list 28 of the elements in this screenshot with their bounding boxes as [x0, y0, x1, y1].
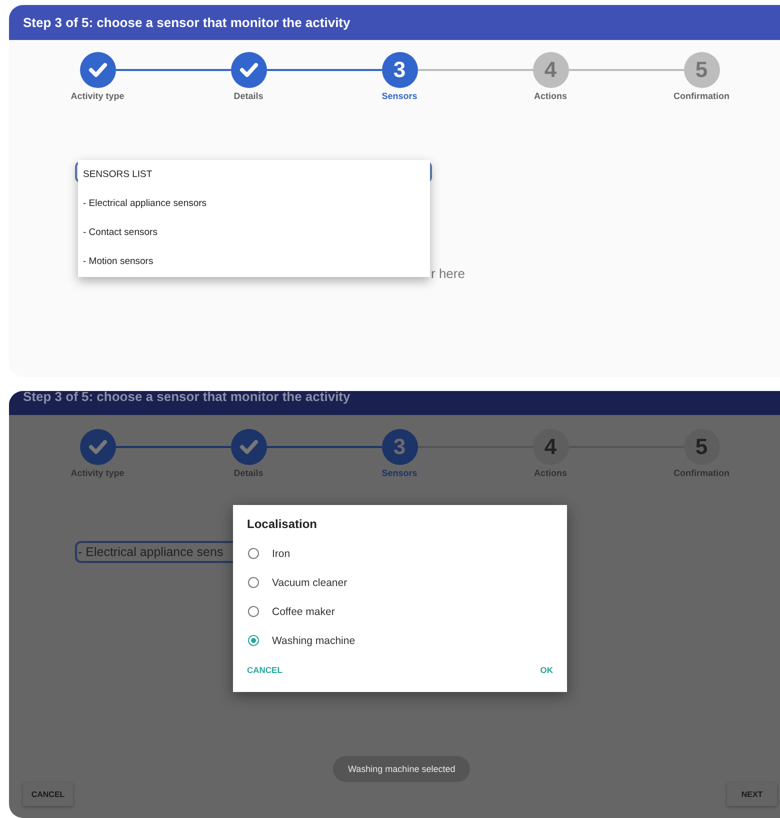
- step-number: 3: [382, 429, 418, 465]
- step-number: 3: [382, 52, 418, 88]
- step-number: 4: [532, 52, 568, 88]
- step-number: 4: [532, 429, 568, 465]
- check-icon: [88, 439, 108, 455]
- radio-option[interactable]: Vacuum cleaner: [247, 568, 354, 597]
- step-label: Actions: [534, 91, 567, 102]
- step-label: Sensors: [382, 468, 418, 479]
- step-number: 5: [684, 429, 720, 465]
- check-icon: [88, 62, 108, 78]
- window-title: Step 3 of 5: choose a sensor that monitor the activity: [23, 391, 350, 404]
- radio-option[interactable]: Coffee maker: [247, 597, 341, 626]
- toast-message: Washing machine selected: [333, 756, 470, 782]
- menu-item[interactable]: - Contact sensors: [83, 227, 158, 238]
- dialog-title: Localisation: [247, 517, 318, 531]
- menu-item[interactable]: - Motion sensors: [83, 256, 154, 267]
- check-icon: [238, 62, 258, 78]
- step-label: Activity type: [70, 91, 124, 102]
- step-number: 5: [684, 52, 720, 88]
- step-label: Details: [234, 91, 264, 102]
- menu-heading: SENSORS LIST: [83, 169, 152, 180]
- step-label: Sensors: [382, 91, 418, 102]
- step-label: Confirmation: [674, 91, 730, 102]
- window-title: Step 3 of 5: choose a sensor that monitor the activity: [23, 16, 350, 30]
- check-icon: [238, 439, 258, 455]
- menu-item[interactable]: - Electrical appliance sensors: [83, 198, 207, 209]
- radio-option[interactable]: Washing machine: [247, 626, 362, 655]
- hint-text: r here: [431, 266, 465, 281]
